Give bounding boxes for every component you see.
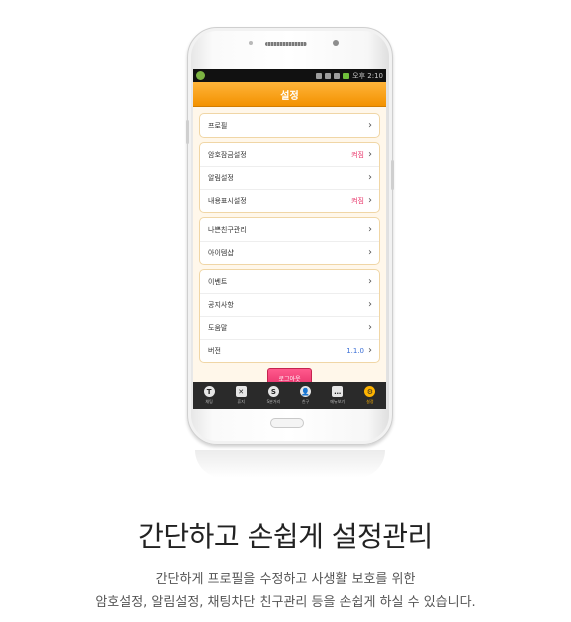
setting-row-bad-friends[interactable]: 나쁜친구관리 › xyxy=(200,218,379,241)
setting-row-password-lock[interactable]: 암호잠금설정 켜짐 › xyxy=(200,143,379,166)
tab-chat[interactable]: T 채팅 xyxy=(196,386,222,405)
setting-label: 이벤트 xyxy=(208,277,228,286)
chevron-right-icon: › xyxy=(368,322,372,333)
phone-reflection xyxy=(195,450,385,478)
tab-label: 설정 xyxy=(366,399,374,404)
settings-list: 프로필 › 암호잠금설정 켜짐 › 알림설정 › 내용표시설정 켜짐 › 나쁜친… xyxy=(193,107,386,389)
settings-group-friends: 나쁜친구관리 › 아이템샵 › xyxy=(199,217,380,265)
phone-screen: 오후 2:10 설정 프로필 › 암호잠금설정 켜짐 › 알림설정 › 내용표시… xyxy=(193,69,386,409)
tab-menu[interactable]: … 메뉴보기 xyxy=(325,386,351,405)
tab-settings[interactable]: ⚙ 설정 xyxy=(357,386,383,405)
chat-icon: T xyxy=(203,386,215,397)
wifi-icon xyxy=(325,72,332,79)
android-icon xyxy=(196,71,205,80)
volume-button xyxy=(186,120,189,144)
setting-label: 프로필 xyxy=(208,121,228,130)
chevron-right-icon: › xyxy=(368,275,372,287)
setting-label: 버전 xyxy=(208,347,221,355)
chevron-right-icon: › xyxy=(368,119,372,131)
distance-icon: S xyxy=(267,386,279,397)
tab-distance[interactable]: S S분거리 xyxy=(260,386,286,405)
power-button xyxy=(391,160,394,190)
chevron-right-icon: › xyxy=(368,299,372,310)
friends-icon: 👤 xyxy=(300,386,312,397)
setting-row-notice[interactable]: 공지사항 › xyxy=(200,293,379,316)
menu-icon: … xyxy=(332,386,344,397)
tab-label: 휴지 xyxy=(237,399,245,404)
chevron-right-icon: › xyxy=(368,345,372,356)
chevron-right-icon: › xyxy=(368,223,372,235)
tab-label: 메뉴보기 xyxy=(330,399,346,404)
signal-icon xyxy=(334,72,341,79)
chevron-right-icon: › xyxy=(368,172,372,183)
tab-friends[interactable]: 👤 친구 xyxy=(293,386,319,405)
settings-group-info: 이벤트 › 공지사항 › 도움말 › 버전 1.1.0 › xyxy=(199,269,380,363)
feature-description-line-1: 간단하게 프로필을 수정하고 사생활 보호를 위한 xyxy=(155,572,416,587)
setting-row-version[interactable]: 버전 1.1.0 › xyxy=(200,339,379,362)
setting-row-help[interactable]: 도움말 › xyxy=(200,316,379,339)
tab-label: 친구 xyxy=(301,399,310,404)
setting-row-content-display[interactable]: 내용표시설정 켜짐 › xyxy=(200,189,379,212)
gear-icon: ⚙ xyxy=(364,386,376,397)
setting-label: 공지사항 xyxy=(208,301,234,309)
feature-headline: 간단하고 손쉽게 설정관리 xyxy=(138,520,433,553)
trash-icon: ✕ xyxy=(235,386,247,397)
setting-label: 알림설정 xyxy=(208,174,234,182)
setting-row-profile[interactable]: 프로필 › xyxy=(200,114,379,137)
battery-icon xyxy=(343,72,350,79)
alarm-icon xyxy=(316,72,323,79)
status-bar: 오후 2:10 xyxy=(193,69,386,82)
setting-row-notifications[interactable]: 알림설정 › xyxy=(200,166,379,189)
setting-label: 도움말 xyxy=(208,324,228,332)
setting-label: 내용표시설정 xyxy=(208,197,247,205)
version-value: 1.1.0 xyxy=(346,347,364,355)
proximity-sensor xyxy=(249,41,253,45)
setting-row-event[interactable]: 이벤트 › xyxy=(200,270,379,293)
front-camera xyxy=(333,40,339,46)
setting-value: 켜짐 xyxy=(351,197,364,205)
setting-row-item-shop[interactable]: 아이템샵 › xyxy=(200,241,379,264)
chevron-right-icon: › xyxy=(368,195,372,206)
tab-trash[interactable]: ✕ 휴지 xyxy=(228,386,254,405)
tab-label: S분거리 xyxy=(266,399,281,404)
page-title: 설정 xyxy=(193,82,386,107)
status-time: 오후 2:10 xyxy=(352,71,383,80)
setting-label: 아이템샵 xyxy=(208,249,234,257)
chevron-right-icon: › xyxy=(368,148,372,160)
feature-description-line-2: 암호설정, 알림설정, 채팅차단 친구관리 등을 손쉽게 하실 수 있습니다. xyxy=(95,595,476,610)
settings-group-privacy: 암호잠금설정 켜짐 › 알림설정 › 내용표시설정 켜짐 › xyxy=(199,142,380,213)
earpiece-speaker xyxy=(265,42,307,46)
home-button[interactable] xyxy=(270,418,304,428)
setting-value: 켜짐 xyxy=(351,150,364,159)
setting-label: 나쁜친구관리 xyxy=(208,225,247,234)
chevron-right-icon: › xyxy=(368,247,372,258)
setting-label: 암호잠금설정 xyxy=(208,150,247,159)
bottom-tab-bar: T 채팅 ✕ 휴지 S S분거리 👤 친구 … 메뉴보기 ⚙ 설정 xyxy=(193,382,386,409)
tab-label: 채팅 xyxy=(205,399,213,404)
settings-group-profile: 프로필 › xyxy=(199,113,380,138)
